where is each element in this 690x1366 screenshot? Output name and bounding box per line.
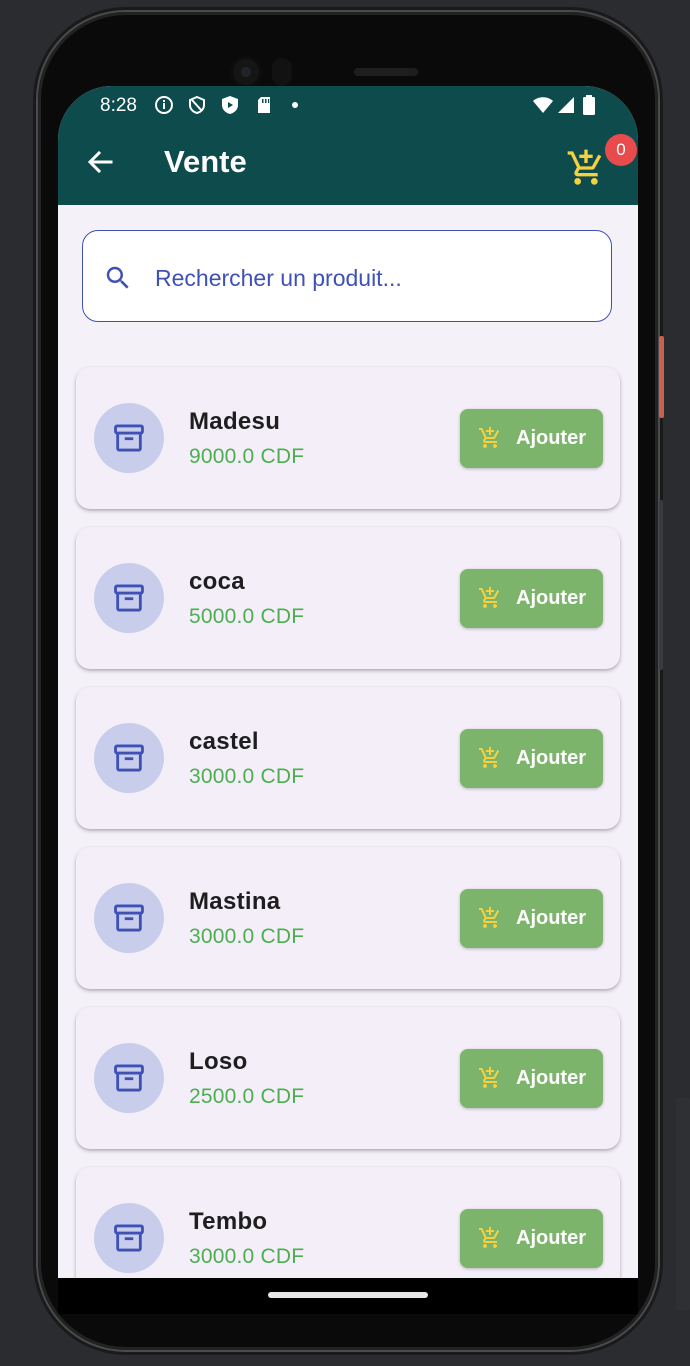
product-price: 3000.0 CDF xyxy=(189,765,305,788)
signal-icon xyxy=(558,97,574,113)
notification-dot xyxy=(292,102,298,108)
add-shopping-cart-icon[interactable] xyxy=(566,148,606,188)
product-name: Madesu xyxy=(189,408,281,435)
product-card: Loso 2500.0 CDF Ajouter xyxy=(76,1007,620,1149)
info-icon xyxy=(155,96,173,114)
product-avatar xyxy=(94,403,164,473)
add-shopping-cart-icon xyxy=(479,587,500,608)
product-price: 3000.0 CDF xyxy=(189,1245,305,1268)
camera-sensor xyxy=(272,58,292,86)
archive-box-icon xyxy=(114,424,144,452)
product-price: 2500.0 CDF xyxy=(189,1085,305,1108)
product-name: Loso xyxy=(189,1048,248,1075)
add-to-cart-button[interactable]: Ajouter xyxy=(460,569,603,628)
add-button-label: Ajouter xyxy=(516,747,586,769)
product-name: castel xyxy=(189,728,259,755)
front-camera xyxy=(230,56,262,88)
add-to-cart-button[interactable]: Ajouter xyxy=(460,1209,603,1268)
wifi-icon xyxy=(533,97,553,113)
product-name: Mastina xyxy=(189,888,281,915)
add-button-label: Ajouter xyxy=(516,907,586,929)
archive-box-icon xyxy=(114,904,144,932)
add-shopping-cart-icon xyxy=(479,907,500,928)
product-card: castel 3000.0 CDF Ajouter xyxy=(76,687,620,829)
search-icon xyxy=(106,266,129,289)
product-card: Tembo 3000.0 CDF Ajouter xyxy=(76,1167,620,1278)
add-shopping-cart-icon xyxy=(479,747,500,768)
add-shopping-cart-icon xyxy=(479,427,500,448)
scrollbar[interactable] xyxy=(676,1098,690,1310)
archive-box-icon xyxy=(114,1224,144,1252)
app-bar: 8:28 Vente 0 xyxy=(58,86,638,205)
add-button-label: Ajouter xyxy=(516,1067,586,1089)
add-to-cart-button[interactable]: Ajouter xyxy=(460,889,603,948)
product-card: Mastina 3000.0 CDF Ajouter xyxy=(76,847,620,989)
earpiece-speaker xyxy=(354,68,418,76)
volume-button xyxy=(659,500,663,670)
archive-box-icon xyxy=(114,744,144,772)
product-price: 3000.0 CDF xyxy=(189,925,305,948)
add-to-cart-button[interactable]: Ajouter xyxy=(460,1049,603,1108)
product-card: coca 5000.0 CDF Ajouter xyxy=(76,527,620,669)
product-price: 5000.0 CDF xyxy=(189,605,305,628)
sd-card-icon xyxy=(258,97,270,113)
add-to-cart-button[interactable]: Ajouter xyxy=(460,729,603,788)
add-to-cart-button[interactable]: Ajouter xyxy=(460,409,603,468)
product-avatar xyxy=(94,883,164,953)
search-input[interactable] xyxy=(153,259,597,297)
power-button xyxy=(659,336,664,418)
product-avatar xyxy=(94,723,164,793)
add-shopping-cart-icon xyxy=(479,1227,500,1248)
add-button-label: Ajouter xyxy=(516,427,586,449)
product-name: Tembo xyxy=(189,1208,268,1235)
product-price: 9000.0 CDF xyxy=(189,445,305,468)
app-screen: 8:28 Vente 0 Rechercher un produit... Ma… xyxy=(58,86,638,1278)
product-name: coca xyxy=(189,568,245,595)
product-list: Madesu 9000.0 CDF Ajouter coca 5000.0 CD… xyxy=(76,367,620,1278)
search-box[interactable] xyxy=(82,230,612,322)
add-shopping-cart-icon xyxy=(479,1067,500,1088)
cart-count-badge: 0 xyxy=(605,134,637,166)
archive-box-icon xyxy=(114,1064,144,1092)
arrow-back-icon[interactable] xyxy=(86,148,114,176)
shield-icon xyxy=(189,95,205,115)
product-avatar xyxy=(94,1203,164,1273)
add-button-label: Ajouter xyxy=(516,587,586,609)
archive-box-icon xyxy=(114,584,144,612)
product-card: Madesu 9000.0 CDF Ajouter xyxy=(76,367,620,509)
home-indicator[interactable] xyxy=(268,1292,428,1298)
page-title: Vente xyxy=(164,144,247,179)
add-button-label: Ajouter xyxy=(516,1227,586,1249)
product-avatar xyxy=(94,1043,164,1113)
status-time: 8:28 xyxy=(100,95,137,116)
product-avatar xyxy=(94,563,164,633)
status-bar: 8:28 xyxy=(58,86,638,126)
battery-icon xyxy=(583,95,595,115)
play-protect-icon xyxy=(222,96,238,114)
gesture-nav-bar xyxy=(58,1278,638,1314)
